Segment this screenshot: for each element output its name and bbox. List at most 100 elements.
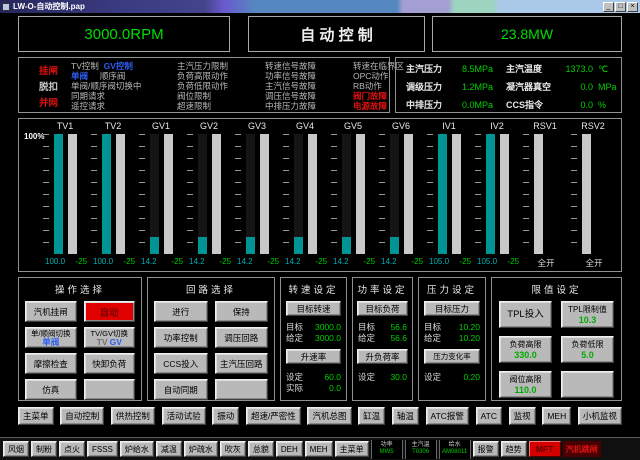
status-gv-control: GV控制: [104, 61, 133, 71]
nav-overspeed-tightness-button[interactable]: 超速/严密性: [246, 407, 301, 425]
setpoint-label: 给定: [358, 333, 375, 344]
simulation-button[interactable]: 仿真: [25, 379, 77, 400]
taskbar-pulverizing-button[interactable]: 制粉: [31, 441, 57, 457]
nav-shaft-temp-button[interactable]: 轴温: [392, 407, 419, 425]
hold-button[interactable]: 保持: [215, 301, 269, 322]
tv-gv-switch-button[interactable]: TV/GV切换 TV GV: [84, 327, 136, 348]
taskbar-attemperation-button[interactable]: 减温: [156, 441, 182, 457]
nav-auto-control-button[interactable]: 自动控制: [60, 407, 104, 425]
nav-valve-test-button[interactable]: 活动试验: [162, 407, 206, 425]
alarm-button[interactable]: 报警: [473, 441, 499, 457]
load-rate-button[interactable]: 升负荷率: [357, 349, 408, 364]
valve-scale: [523, 134, 529, 254]
nav-atc-button[interactable]: ATC: [476, 407, 502, 425]
control-mode-display: 自 动 控 制: [248, 16, 425, 52]
nav-bfpt-monitor-button[interactable]: 小机监视: [578, 407, 622, 425]
auto-mode-button[interactable]: 自动: [84, 301, 136, 322]
indicator-tag: MW5: [380, 449, 394, 456]
valve-demand-value: -25: [363, 257, 375, 266]
maximize-button[interactable]: □: [615, 2, 626, 12]
auto-sync-button[interactable]: 自动同期: [154, 379, 208, 400]
status-single-valve: 单阀: [71, 71, 88, 81]
target-pressure-button[interactable]: 目标压力: [424, 301, 481, 316]
readout-value: 0.0: [559, 100, 593, 111]
taskbar-sootblow-button[interactable]: 吹灰: [220, 441, 246, 457]
blank-button: [84, 379, 136, 400]
rate-set-label: 设定: [286, 372, 303, 383]
panel-title: 转速设定: [281, 282, 346, 296]
tv-state: TV: [97, 337, 108, 347]
taskbar-overview-button[interactable]: 总貌: [248, 441, 274, 457]
taskbar-deh-button[interactable]: DEH: [276, 441, 303, 457]
valve-mode-switch-button[interactable]: 单/顺阀切换 单阀: [25, 327, 77, 348]
power-setting-panel: 功率设定 目标负荷 目标56.6 给定56.6 升负荷率 设定30.0: [352, 277, 413, 401]
power-tag-indicator: 功率 MW5: [371, 440, 403, 459]
nav-monitor-button[interactable]: 监视: [509, 407, 536, 425]
minimize-button[interactable]: _: [603, 2, 614, 12]
nav-cylinder-temp-button[interactable]: 缸温: [358, 407, 385, 425]
valve-demand-bar: [500, 134, 509, 254]
nav-atc-alarm-button[interactable]: ATC报警: [426, 407, 469, 425]
fast-load-shed-button[interactable]: 快卸负荷: [84, 353, 136, 374]
nav-vibration-button[interactable]: 振动: [212, 407, 239, 425]
taskbar-main-menu-button[interactable]: 主菜单: [335, 441, 369, 457]
valve-group-gv1: GV1 14.2-25: [139, 121, 183, 269]
valve-demand-bar: [260, 134, 269, 254]
tpl-limit-value: 10.3: [579, 315, 597, 325]
target-speed-button[interactable]: 目标转速: [286, 301, 342, 316]
valve-high-limit-value: 110.0: [514, 385, 536, 395]
load-high-limit-label: 负荷高限: [510, 340, 542, 350]
load-high-limit-button[interactable]: 负荷高限 330.0: [499, 336, 552, 363]
taskbar-feedwater-button[interactable]: 炉给水: [120, 441, 154, 457]
target-load-button[interactable]: 目标负荷: [357, 301, 408, 316]
taskbar-air-flue-button[interactable]: 风烟: [3, 441, 29, 457]
friction-check-button[interactable]: 摩擦检查: [25, 353, 77, 374]
valve-high-limit-button[interactable]: 阀位高限 110.0: [499, 371, 552, 398]
speed-setting-panel: 转速设定 目标转速 目标3000.0 给定3000.0 升速率 设定60.0 实…: [280, 277, 347, 401]
taskbar-meh-button[interactable]: MEH: [305, 441, 333, 457]
power-control-button[interactable]: 功率控制: [154, 327, 208, 348]
load-rate-set-value: 30.0: [390, 372, 407, 383]
nav-meh-button[interactable]: MEH: [542, 407, 571, 425]
pressure-loop-button[interactable]: 调压回路: [215, 327, 269, 348]
valve-scale: [235, 134, 241, 254]
ccs-engage-button[interactable]: CCS投入: [154, 353, 208, 374]
taskbar-ignition-button[interactable]: 点火: [59, 441, 85, 457]
status-limit: 超速限制: [177, 101, 228, 111]
nav-turbine-overview-button[interactable]: 汽机总图: [307, 407, 351, 425]
loop-select-panel: 回路选择 进行 保持 功率控制 调压回路 CCS投入 主汽压回路 自动同期: [147, 277, 275, 401]
nav-heat-supply-button[interactable]: 供热控制: [111, 407, 155, 425]
valve-scale: [139, 134, 145, 254]
readout-value: 1.2MPa: [462, 82, 493, 93]
valve-value: 100.0: [45, 257, 65, 266]
status-fault: 调压信号故障: [265, 91, 316, 101]
valve-value: 14.2: [237, 257, 253, 266]
nav-main-menu-button[interactable]: 主菜单: [18, 407, 54, 425]
taskbar-fsss-button[interactable]: FSSS: [87, 441, 118, 457]
valve-demand-value: -25: [267, 257, 279, 266]
valve-position-bar: [54, 134, 63, 254]
valve-group-rsv2: RSV2 全开: [571, 121, 615, 269]
system-taskbar: 风烟 制粉 点火 FSSS 炉给水 减温 炉疏水 吹灰 总貌 DEH MEH 主…: [0, 437, 640, 460]
tpl-limit-label: TPL限制值: [568, 305, 607, 315]
load-low-limit-button[interactable]: 负荷低限 5.0: [561, 336, 614, 363]
turbine-latch-button[interactable]: 汽机挂闸: [25, 301, 77, 322]
pressure-rate-button[interactable]: 压力变化率: [424, 349, 481, 364]
valve-demand-value: -25: [219, 257, 231, 266]
tpl-engage-button[interactable]: TPL投入: [499, 301, 552, 328]
trend-button[interactable]: 趋势: [501, 441, 527, 457]
go-button[interactable]: 进行: [154, 301, 208, 322]
main-steam-pressure-loop-button[interactable]: 主汽压回路: [215, 353, 269, 374]
status-annunciator-panel: 挂闸 脱扣 并网 TV控制 GV控制 单阀 顺序阀 单阀/顺序阀切换中 同期请求…: [18, 57, 390, 113]
setpoint-label: 给定: [286, 333, 303, 344]
speed-rate-button[interactable]: 升速率: [286, 349, 342, 364]
status-limit: 负荷低限动作: [177, 81, 228, 91]
valve-position-bar: [102, 134, 111, 254]
close-button[interactable]: ×: [627, 2, 638, 12]
tpl-limit-button[interactable]: TPL限制值 10.3: [561, 301, 614, 328]
valve-high-limit-label: 阀位高限: [510, 375, 542, 385]
app-icon: [2, 3, 10, 11]
valve-demand-bar: [404, 134, 413, 254]
readout-label: 中排压力: [406, 100, 442, 111]
taskbar-boiler-drain-button[interactable]: 炉疏水: [184, 441, 218, 457]
